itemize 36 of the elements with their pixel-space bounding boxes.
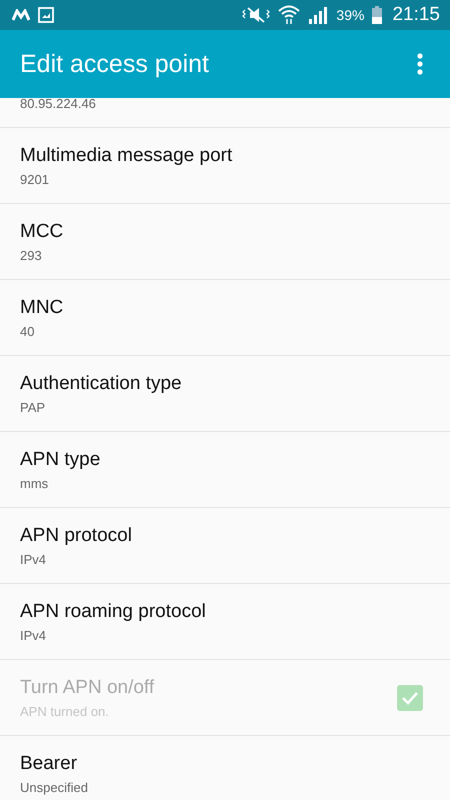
setting-title: Authentication type [20, 372, 183, 394]
m-logo-icon [12, 9, 30, 21]
setting-item[interactable]: MNC 40 [0, 280, 450, 356]
setting-title: MCC [20, 220, 64, 242]
setting-value: PAP [20, 400, 46, 414]
battery-percent: 39% [336, 7, 364, 23]
wifi-icon [278, 5, 300, 25]
setting-title: APN protocol [20, 524, 133, 546]
more-options-icon[interactable] [417, 53, 423, 75]
setting-value: Unspecified [20, 780, 89, 794]
setting-title: Bearer [20, 752, 78, 774]
mute-vibrate-icon [242, 7, 270, 23]
setting-title: Multimedia message port [20, 144, 234, 166]
setting-item[interactable]: MCC 293 [0, 204, 450, 280]
setting-value: 293 [20, 248, 43, 262]
setting-item[interactable]: Authentication type PAP [0, 356, 450, 432]
screen-title: Edit access point [20, 50, 209, 78]
setting-item[interactable]: Multimedia message port 9201 [0, 128, 450, 204]
signal-icon [308, 6, 328, 24]
setting-item[interactable]: APN roaming protocol IPv4 [0, 584, 450, 660]
setting-item[interactable]: Bearer Unspecified [0, 736, 450, 800]
setting-value: IPv4 [20, 628, 48, 642]
setting-item[interactable]: APN type mms [0, 432, 450, 508]
setting-title: APN type [20, 448, 102, 470]
setting-value: 40 [20, 324, 36, 338]
setting-value: 80.95.224.46 [20, 96, 96, 111]
setting-item[interactable]: APN protocol IPv4 [0, 508, 450, 584]
setting-value: mms [20, 476, 50, 490]
clock: 21:15 [392, 4, 440, 26]
setting-title: MNC [20, 296, 64, 318]
battery-icon [372, 6, 382, 24]
setting-value: IPv4 [20, 552, 48, 566]
setting-title: APN roaming protocol [20, 600, 207, 622]
gallery-icon [38, 7, 54, 23]
setting-title: Turn APN on/off [20, 676, 156, 698]
setting-value: 9201 [20, 172, 50, 186]
